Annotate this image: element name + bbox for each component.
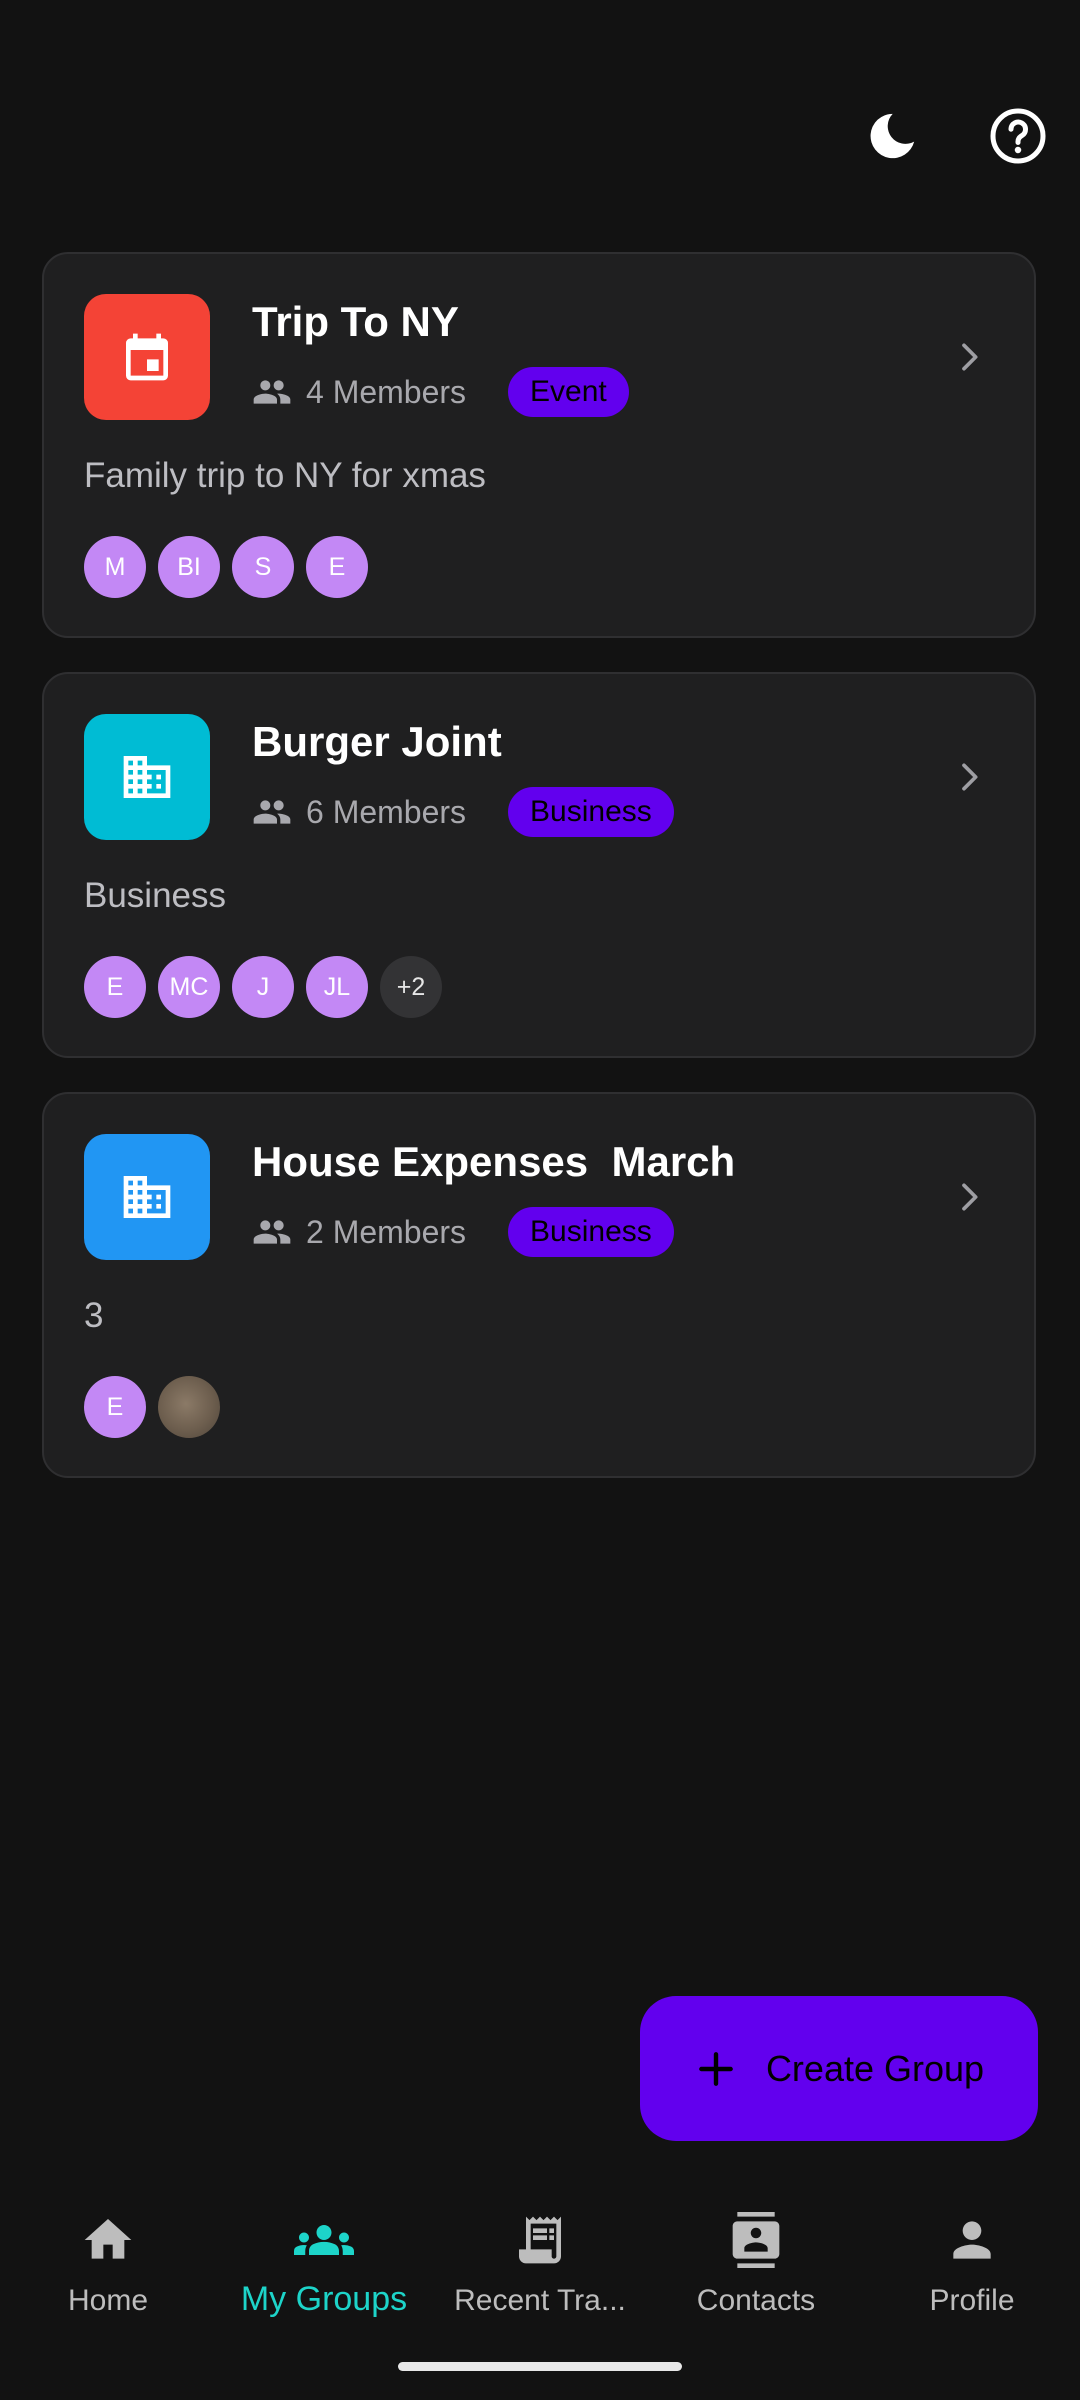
help-circle-icon[interactable]: [978, 96, 1058, 176]
moon-icon[interactable]: [852, 96, 932, 176]
avatar: M: [84, 536, 146, 598]
member-count: 4 Members: [306, 373, 467, 410]
group-title: Burger Joint: [252, 718, 502, 765]
people-icon: [252, 792, 292, 832]
avatar-photo: [158, 1376, 220, 1438]
groups-icon: [294, 2210, 354, 2270]
contacts-icon: [726, 2210, 786, 2270]
building-icon: [84, 714, 210, 840]
group-card-house-expenses[interactable]: House Expenses March 2 Members Business …: [42, 1092, 1036, 1478]
people-icon: [252, 372, 292, 412]
member-avatars: M BI S E: [84, 536, 380, 598]
nav-label: My Groups: [240, 2280, 408, 2318]
group-type-badge: Business: [508, 787, 674, 837]
create-group-button[interactable]: Create Group: [640, 1996, 1038, 2141]
member-count: 6 Members: [306, 793, 467, 830]
avatar: J: [232, 956, 294, 1018]
home-icon: [78, 2210, 138, 2270]
chevron-right-icon: [944, 752, 994, 802]
gesture-bar: [398, 2362, 682, 2371]
group-title: House Expenses March: [252, 1138, 736, 1185]
avatar: MC: [158, 956, 220, 1018]
group-type-badge: Business: [508, 1207, 674, 1257]
avatar: E: [84, 1376, 146, 1438]
people-icon: [252, 1212, 292, 1252]
chevron-right-icon: [944, 332, 994, 382]
nav-item-profile[interactable]: Profile: [864, 2210, 1080, 2318]
avatar: S: [232, 536, 294, 598]
plus-icon: [694, 2047, 738, 2091]
group-description: 3: [84, 1296, 104, 1335]
calendar-icon: [84, 294, 210, 420]
group-description: Family trip to NY for xmas: [84, 456, 486, 495]
avatar: E: [84, 956, 146, 1018]
person-icon: [942, 2210, 1002, 2270]
nav-item-my-groups[interactable]: My Groups: [216, 2210, 432, 2319]
group-card-burger-joint[interactable]: Burger Joint 6 Members Business Business…: [42, 672, 1036, 1058]
nav-item-recent-transactions[interactable]: Recent Tra...: [432, 2210, 648, 2318]
nav-label: Recent Tra...: [454, 2284, 626, 2317]
member-avatars: E MC J JL +2: [84, 956, 454, 1018]
group-meta: 6 Members Business: [252, 786, 674, 838]
nav-label: Home: [67, 2284, 149, 2317]
nav-item-contacts[interactable]: Contacts: [648, 2210, 864, 2318]
nav-label: Contacts: [696, 2284, 816, 2317]
receipt-icon: [510, 2210, 570, 2270]
nav-label: Profile: [929, 2284, 1015, 2317]
group-type-badge: Event: [508, 367, 629, 417]
group-card-trip-to-ny[interactable]: Trip To NY 4 Members Event Family trip t…: [42, 252, 1036, 638]
nav-item-home[interactable]: Home: [0, 2210, 216, 2318]
member-avatars: E: [84, 1376, 232, 1438]
avatar: E: [306, 536, 368, 598]
top-app-bar: [0, 0, 1080, 220]
member-count: 2 Members: [306, 1213, 467, 1250]
group-meta: 4 Members Event: [252, 366, 629, 418]
building-icon: [84, 1134, 210, 1260]
create-group-label: Create Group: [765, 2047, 985, 2089]
more-members-count: +2: [380, 956, 442, 1018]
group-description: Business: [84, 876, 227, 915]
chevron-right-icon: [944, 1172, 994, 1222]
group-meta: 2 Members Business: [252, 1206, 674, 1258]
group-title: Trip To NY: [252, 298, 459, 345]
avatar: JL: [306, 956, 368, 1018]
avatar: BI: [158, 536, 220, 598]
